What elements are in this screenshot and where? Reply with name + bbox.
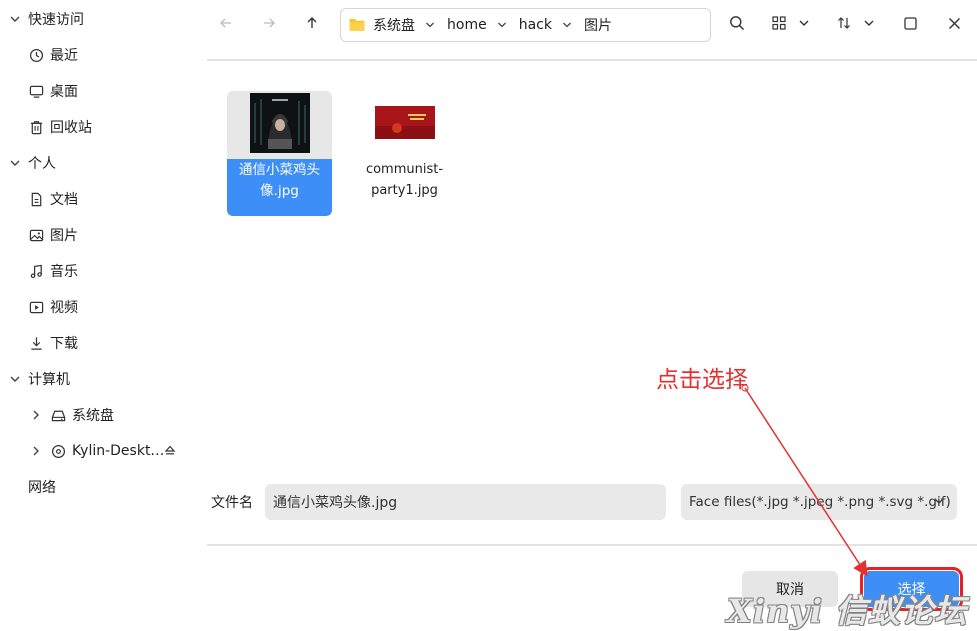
toolbar-divider bbox=[207, 59, 977, 61]
breadcrumb-pictures[interactable]: 图片 bbox=[584, 15, 612, 35]
file-type-filter[interactable]: Face files(*.jpg *.jpeg *.png *.svg *.gi… bbox=[681, 484, 957, 520]
search-icon bbox=[729, 15, 745, 35]
sidebar-section-label: 个人 bbox=[28, 156, 56, 172]
sort-icon bbox=[837, 16, 851, 34]
watermark: Xinyi 信蚁论坛 bbox=[727, 592, 968, 630]
sidebar-item-label: Kylin-Deskt… bbox=[72, 443, 165, 459]
search-button[interactable] bbox=[724, 12, 750, 38]
sidebar-item-pictures[interactable]: 图片 bbox=[28, 220, 78, 250]
chevron-right-icon[interactable] bbox=[30, 445, 42, 457]
arrow-up-icon bbox=[305, 16, 319, 34]
sidebar-item-label: 音乐 bbox=[50, 264, 78, 280]
file-item-avatar[interactable]: 通信小菜鸡头像.jpg bbox=[227, 91, 332, 216]
path-bar[interactable]: 系统盘 home hack 图片 bbox=[340, 8, 711, 42]
document-icon bbox=[28, 191, 44, 207]
sidebar-item-label: 图片 bbox=[50, 228, 78, 244]
sidebar-item-downloads[interactable]: 下载 bbox=[28, 328, 78, 358]
chevron-down-icon bbox=[933, 495, 945, 511]
up-button[interactable] bbox=[299, 12, 325, 38]
close-icon bbox=[948, 17, 961, 34]
sidebar-item-documents[interactable]: 文档 bbox=[28, 184, 78, 214]
sidebar-section-label: 计算机 bbox=[28, 372, 70, 388]
file-name: 通信小菜鸡头像.jpg bbox=[227, 159, 332, 216]
chevron-right-icon[interactable] bbox=[30, 409, 42, 421]
breadcrumb-label: 图片 bbox=[583, 18, 612, 34]
bottom-divider bbox=[207, 544, 977, 546]
breadcrumb-system-drive[interactable]: 系统盘 bbox=[373, 15, 447, 35]
sidebar-item-recent[interactable]: 最近 bbox=[28, 40, 78, 70]
sidebar: 快速访问 最近 桌面 回收站 个人 文档 图片 音乐 视频 下载 计算机 系统盘… bbox=[0, 0, 200, 631]
file-name: communist-party1.jpg bbox=[365, 162, 444, 198]
grid-view-icon bbox=[772, 16, 786, 34]
image-icon bbox=[28, 227, 44, 243]
sidebar-item-music[interactable]: 音乐 bbox=[28, 256, 78, 286]
file-item-communist-party[interactable]: communist-party1.jpg bbox=[352, 91, 457, 216]
sidebar-section-personal[interactable]: 个人 bbox=[8, 148, 56, 178]
sidebar-item-kylin-disc[interactable]: Kylin-Deskt… bbox=[30, 436, 180, 466]
breadcrumb-hack[interactable]: hack bbox=[519, 17, 584, 33]
sidebar-item-label: 回收站 bbox=[50, 120, 92, 136]
sidebar-item-label: 系统盘 bbox=[72, 408, 114, 424]
view-mode-button[interactable] bbox=[766, 12, 792, 38]
chevron-down-icon bbox=[8, 372, 22, 386]
chevron-down-icon[interactable] bbox=[497, 20, 507, 30]
disc-icon bbox=[50, 443, 66, 459]
sidebar-section-label: 网络 bbox=[28, 480, 56, 496]
toolbar: 系统盘 home hack 图片 bbox=[207, 0, 977, 52]
folder-icon bbox=[349, 18, 365, 32]
sort-dropdown[interactable] bbox=[856, 12, 882, 38]
file-thumbnail bbox=[374, 106, 435, 139]
sidebar-section-quick-access[interactable]: 快速访问 bbox=[8, 4, 84, 34]
eject-icon[interactable] bbox=[164, 444, 176, 460]
maximize-button[interactable] bbox=[897, 12, 923, 38]
chevron-down-icon[interactable] bbox=[425, 20, 435, 30]
breadcrumb-home[interactable]: home bbox=[447, 17, 519, 33]
sort-button[interactable] bbox=[831, 12, 857, 38]
music-icon bbox=[28, 263, 44, 279]
maximize-icon bbox=[903, 16, 917, 34]
view-mode-dropdown[interactable] bbox=[791, 12, 817, 38]
sidebar-item-label: 桌面 bbox=[50, 84, 78, 100]
close-button[interactable] bbox=[941, 12, 967, 38]
sidebar-section-label: 快速访问 bbox=[28, 12, 84, 28]
filter-selected-value: Face files(*.jpg *.jpeg *.png *.svg *.gi… bbox=[689, 494, 951, 510]
clock-icon bbox=[28, 47, 44, 63]
sidebar-item-label: 文档 bbox=[50, 192, 78, 208]
chevron-down-icon bbox=[8, 12, 22, 26]
annotation-label: 点击选择 bbox=[656, 367, 748, 393]
sidebar-item-trash[interactable]: 回收站 bbox=[28, 112, 92, 142]
sidebar-item-desktop[interactable]: 桌面 bbox=[28, 76, 78, 106]
sidebar-item-videos[interactable]: 视频 bbox=[28, 292, 78, 322]
video-icon bbox=[28, 299, 44, 315]
chevron-down-icon[interactable] bbox=[562, 20, 572, 30]
download-icon bbox=[28, 335, 44, 351]
trash-icon bbox=[28, 119, 44, 135]
filename-input[interactable] bbox=[265, 484, 666, 520]
sidebar-item-system-drive[interactable]: 系统盘 bbox=[30, 400, 114, 430]
chevron-down-icon bbox=[863, 17, 875, 33]
file-thumbnail bbox=[249, 93, 310, 153]
sidebar-section-network[interactable]: 网络 bbox=[28, 472, 56, 502]
filename-label: 文件名 bbox=[211, 495, 253, 511]
back-button[interactable] bbox=[213, 12, 239, 38]
forward-button[interactable] bbox=[256, 12, 282, 38]
arrow-right-icon bbox=[262, 16, 276, 34]
chevron-down-icon bbox=[798, 17, 810, 33]
drive-icon bbox=[50, 407, 66, 423]
breadcrumb-label: home bbox=[447, 17, 487, 33]
breadcrumb-label: hack bbox=[518, 17, 552, 33]
sidebar-item-label: 最近 bbox=[50, 48, 78, 64]
monitor-icon bbox=[28, 83, 44, 99]
sidebar-item-label: 下载 bbox=[50, 336, 78, 352]
sidebar-section-computer[interactable]: 计算机 bbox=[8, 364, 70, 394]
arrow-left-icon bbox=[219, 16, 233, 34]
sidebar-item-label: 视频 bbox=[50, 300, 78, 316]
chevron-down-icon bbox=[8, 156, 22, 170]
breadcrumb-label: 系统盘 bbox=[373, 18, 415, 34]
